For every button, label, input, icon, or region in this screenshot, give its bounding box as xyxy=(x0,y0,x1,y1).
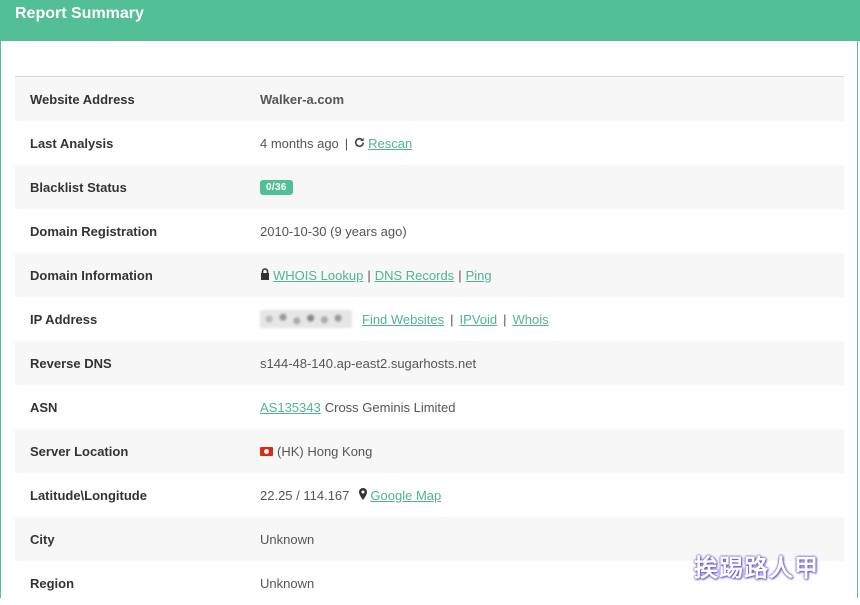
table-row: Last Analysis 4 months ago | Rescan xyxy=(15,121,844,165)
row-label: Website Address xyxy=(30,91,135,107)
panel-header: Report Summary xyxy=(0,0,860,41)
reverse-dns-value: s144-48-140.ap-east2.sugarhosts.net xyxy=(260,355,477,371)
rescan-link[interactable]: Rescan xyxy=(368,136,412,151)
table-row: IP Address Find Websites | IPVoid | Whoi… xyxy=(15,297,844,341)
row-label: Server Location xyxy=(30,443,129,459)
row-label: City xyxy=(30,531,55,547)
lock-icon xyxy=(260,267,270,283)
hk-flag-icon xyxy=(260,446,273,456)
table-row: Website Address Walker-a.com xyxy=(15,77,844,121)
row-label: ASN xyxy=(30,399,58,415)
last-analysis-value: 4 months ago | Rescan xyxy=(260,136,412,151)
row-label: Reverse DNS xyxy=(30,355,112,371)
row-label: Blacklist Status xyxy=(30,179,127,195)
blacklist-badge: 0/36 xyxy=(260,179,293,195)
watermark: 挨踢路人甲 xyxy=(694,554,819,582)
last-analysis-time: 4 months ago xyxy=(260,135,339,151)
ping-link[interactable]: Ping xyxy=(466,268,492,283)
row-label: Latitude\Longitude xyxy=(30,487,147,503)
report-table: Website Address Walker-a.com Last Analys… xyxy=(15,76,844,605)
table-row: ASN AS135343 Cross Geminis Limited xyxy=(15,385,844,429)
blacklist-value: 0/36 xyxy=(260,179,293,195)
separator: | xyxy=(450,311,454,327)
row-label: Last Analysis xyxy=(30,135,114,151)
whois-lookup-link[interactable]: WHOIS Lookup xyxy=(273,268,363,283)
panel-title: Report Summary xyxy=(15,5,144,22)
domain-registration-value: 2010-10-30 (9 years ago) xyxy=(260,223,407,239)
table-row: Domain Registration 2010-10-30 (9 years … xyxy=(15,209,844,253)
whois-link[interactable]: Whois xyxy=(513,312,549,327)
server-location-value: (HK) Hong Kong xyxy=(260,444,372,459)
map-marker-icon xyxy=(359,487,368,503)
separator: | xyxy=(503,311,507,327)
google-map-link[interactable]: Google Map xyxy=(370,488,441,503)
separator: | xyxy=(344,135,349,151)
table-row: Domain Information WHOIS Lookup | DNS Re… xyxy=(15,253,844,297)
row-label: IP Address xyxy=(30,311,98,327)
table-row: Server Location (HK) Hong Kong xyxy=(15,429,844,473)
find-websites-link[interactable]: Find Websites xyxy=(362,312,444,327)
table-row: Reverse DNS s144-48-140.ap-east2.sugarho… xyxy=(15,341,844,385)
region-value: Unknown xyxy=(260,575,315,591)
dns-records-link[interactable]: DNS Records xyxy=(375,268,454,283)
separator: | xyxy=(367,267,371,283)
table-row: Blacklist Status 0/36 xyxy=(15,165,844,209)
table-row: Latitude\Longitude 22.25 / 114.167 Googl… xyxy=(15,473,844,517)
refresh-icon xyxy=(354,136,365,151)
latlong-value: 22.25 / 114.167 Google Map xyxy=(260,487,441,503)
ip-address-value: Find Websites | IPVoid | Whois xyxy=(260,310,549,328)
row-label: Domain Information xyxy=(30,267,153,283)
ipvoid-link[interactable]: IPVoid xyxy=(460,312,498,327)
server-location-text: (HK) Hong Kong xyxy=(277,443,373,459)
city-value: Unknown xyxy=(260,531,315,547)
row-label: Region xyxy=(30,575,75,591)
redacted-ip xyxy=(260,310,352,328)
website-address: Walker-a.com xyxy=(260,91,345,107)
latlong-text: 22.25 / 114.167 xyxy=(260,487,350,503)
asn-value: AS135343 Cross Geminis Limited xyxy=(260,400,456,415)
row-label: Domain Registration xyxy=(30,223,158,239)
separator: | xyxy=(458,267,462,283)
asn-link[interactable]: AS135343 xyxy=(260,400,321,415)
domain-information-value: WHOIS Lookup | DNS Records | Ping xyxy=(260,268,492,283)
asn-owner: Cross Geminis Limited xyxy=(324,399,456,415)
